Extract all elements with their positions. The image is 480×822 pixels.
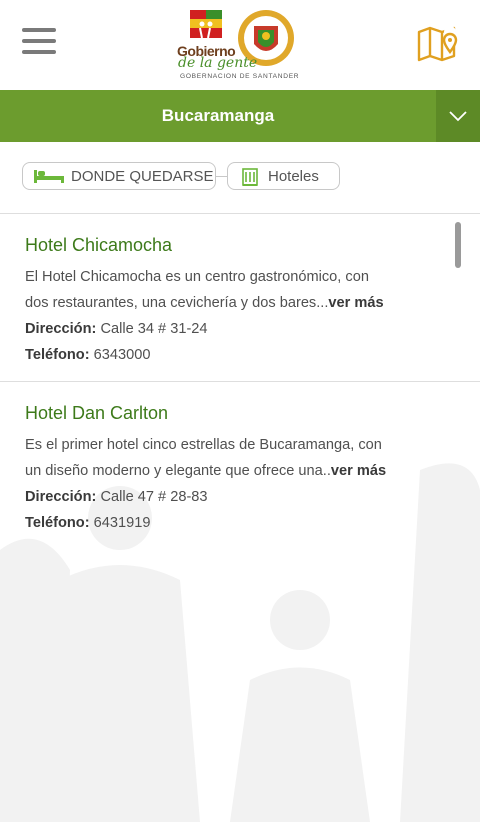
hotel-description: El Hotel Chicamocha es un centro gastron… [25,264,418,316]
map-icon [417,26,458,62]
description-line: un diseño moderno y elegante que ofrece … [25,463,331,479]
address-label: Dirección: [25,321,97,337]
ver-mas-link[interactable]: ver más [328,295,383,311]
gobernacion-logo: Gobierno de la gente GOBERNACION DE SANT… [172,6,308,84]
menu-line [22,39,56,43]
description-line: Es el primer hotel cinco estrellas de Bu… [25,437,382,453]
breadcrumb-label: DONDE QUEDARSE [71,168,214,185]
address-value: Calle 47 # 28-83 [100,489,208,505]
logo-subtitle: GOBERNACION DE SANTANDER [180,73,300,80]
city-selector[interactable]: Bucaramanga [0,90,480,142]
map-button[interactable] [416,24,462,64]
hotel-address: Dirección: Calle 34 # 31-24 [25,316,418,342]
breadcrumb: DONDE QUEDARSE Hoteles [0,142,480,210]
hotel-list: Hotel Chicamocha El Hotel Chicamocha es … [0,213,480,550]
logo-script: de la gente [178,55,258,71]
address-value: Calle 34 # 31-24 [100,321,208,337]
scrollbar[interactable] [455,222,461,268]
breadcrumb-hoteles[interactable]: Hoteles [227,162,340,190]
breadcrumb-label: Hoteles [268,168,319,185]
app-header: Gobierno de la gente GOBERNACION DE SANT… [0,0,480,90]
bed-icon [34,170,64,183]
hamburger-menu-icon [22,28,56,32]
menu-button[interactable] [22,28,56,58]
phone-label: Teléfono: [25,515,90,531]
phone-label: Teléfono: [25,347,90,363]
description-line: El Hotel Chicamocha es un centro gastron… [25,269,369,285]
phone-value[interactable]: 6343000 [94,347,151,363]
city-name: Bucaramanga [161,106,275,125]
address-label: Dirección: [25,489,97,505]
hotel-phone: Teléfono: 6343000 [25,342,418,368]
building-icon [242,168,258,186]
hotel-title[interactable]: Hotel Dan Carlton [25,402,418,424]
list-item[interactable]: Hotel Dan Carlton Es el primer hotel cin… [0,382,480,550]
breadcrumb-donde-quedarse[interactable]: DONDE QUEDARSE [22,162,216,190]
ver-mas-link[interactable]: ver más [331,463,386,479]
hotel-description: Es el primer hotel cinco estrellas de Bu… [25,432,418,484]
hotel-phone: Teléfono: 6431919 [25,510,418,536]
hotel-address: Dirección: Calle 47 # 28-83 [25,484,418,510]
city-dropdown-toggle[interactable] [436,90,480,142]
list-item[interactable]: Hotel Chicamocha El Hotel Chicamocha es … [0,214,480,382]
hotel-title[interactable]: Hotel Chicamocha [25,234,418,256]
description-line: dos restaurantes, una cevichería y dos b… [25,295,329,311]
phone-value[interactable]: 6431919 [94,515,151,531]
menu-line [22,50,56,54]
chevron-down-icon [449,111,467,122]
